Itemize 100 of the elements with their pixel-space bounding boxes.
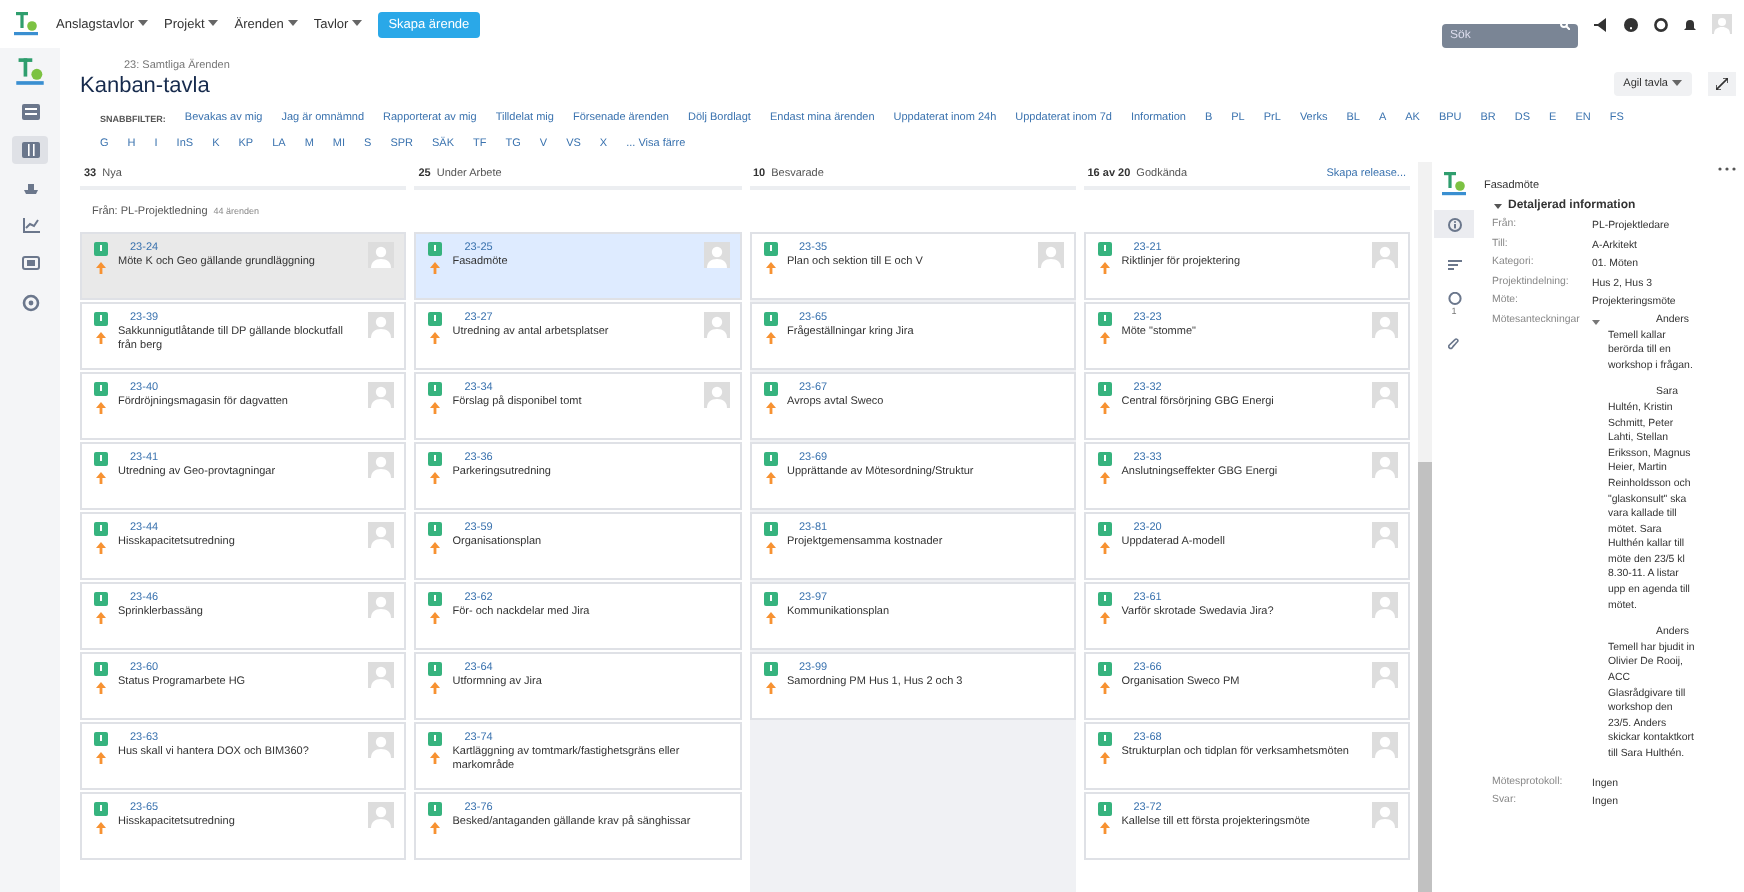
story-icon	[94, 312, 108, 326]
comment-icon	[1447, 292, 1461, 306]
avatar-icon	[368, 802, 395, 828]
more-icon[interactable]	[1718, 166, 1736, 172]
priority-arrow-icon	[1099, 262, 1110, 274]
priority-arrow-icon	[430, 472, 441, 484]
fullscreen-button[interactable]	[1708, 72, 1736, 96]
priority-arrow-icon	[430, 612, 441, 624]
logo-icon	[12, 10, 40, 38]
priority-arrow-icon	[430, 682, 441, 694]
priority-arrow-icon	[1099, 612, 1110, 624]
story-icon	[428, 802, 443, 816]
avatar-icon	[1372, 242, 1398, 268]
priority-arrow-icon	[765, 612, 775, 624]
text-lines-icon	[1447, 259, 1461, 269]
caret-icon	[287, 20, 298, 28]
story-icon	[94, 382, 108, 396]
sidebar-item[interactable]	[12, 136, 48, 164]
story-icon	[1097, 522, 1112, 536]
avatar-icon	[1372, 452, 1398, 478]
priority-arrow-icon	[430, 402, 441, 414]
priority-arrow-icon	[1099, 682, 1110, 694]
story-icon	[1097, 592, 1112, 606]
priority-arrow-icon	[96, 402, 106, 414]
avatar-icon	[703, 312, 729, 338]
priority-arrow-icon	[96, 262, 106, 274]
scrollbar[interactable]	[1418, 162, 1432, 892]
avatar-icon	[1372, 732, 1398, 758]
priority-arrow-icon	[1099, 542, 1110, 554]
megaphone-icon[interactable]	[1594, 17, 1608, 31]
avatar-icon	[1037, 242, 1064, 268]
story-icon	[763, 522, 777, 536]
avatar-icon	[368, 382, 395, 408]
caret-icon	[208, 20, 219, 28]
priority-arrow-icon	[96, 682, 106, 694]
caret-icon	[1672, 80, 1682, 88]
story-icon	[1097, 732, 1112, 746]
story-icon	[1097, 242, 1112, 256]
story-icon	[94, 242, 108, 256]
avatar-icon	[703, 382, 729, 408]
story-icon	[94, 452, 108, 466]
priority-arrow-icon	[96, 752, 106, 764]
priority-arrow-icon	[430, 752, 441, 764]
story-icon	[763, 452, 777, 466]
story-icon	[1097, 312, 1112, 326]
priority-arrow-icon	[96, 822, 106, 834]
avatar-icon	[1372, 802, 1398, 828]
story-icon	[763, 592, 777, 606]
caret-icon	[352, 20, 363, 28]
story-icon	[94, 802, 108, 816]
story-icon	[1097, 662, 1112, 676]
list-icon	[21, 104, 39, 120]
chevron-icon	[1494, 202, 1502, 210]
story-icon	[1097, 382, 1112, 396]
story-icon	[1097, 802, 1112, 816]
priority-arrow-icon	[1099, 752, 1110, 764]
priority-arrow-icon	[430, 332, 441, 344]
story-icon	[763, 382, 777, 396]
priority-arrow-icon	[430, 822, 441, 834]
priority-arrow-icon	[765, 682, 775, 694]
priority-arrow-icon	[1099, 332, 1110, 344]
story-icon	[428, 522, 443, 536]
story-icon	[94, 522, 108, 536]
story-icon	[94, 732, 108, 746]
paperclip-icon	[1448, 337, 1460, 351]
logo-icon	[1440, 170, 1468, 198]
priority-arrow-icon	[96, 332, 106, 344]
priority-arrow-icon	[765, 402, 775, 414]
story-icon	[763, 242, 777, 256]
avatar-icon	[368, 452, 395, 478]
chevron-icon[interactable]	[1592, 317, 1600, 326]
priority-arrow-icon	[765, 472, 775, 484]
search-icon	[1560, 19, 1570, 29]
avatar-icon	[1372, 662, 1398, 688]
chart-icon	[21, 218, 39, 234]
monitor-icon	[21, 256, 39, 272]
avatar-icon	[1372, 312, 1398, 338]
story-icon	[428, 312, 443, 326]
priority-arrow-icon	[1099, 472, 1110, 484]
expand-icon	[1716, 78, 1728, 90]
priority-arrow-icon	[765, 262, 775, 274]
avatar-icon	[1372, 522, 1398, 548]
avatar-icon	[368, 592, 395, 618]
story-icon	[1097, 452, 1112, 466]
story-icon	[763, 312, 777, 326]
info-icon	[1447, 217, 1461, 231]
story-icon	[428, 592, 443, 606]
priority-arrow-icon	[96, 612, 106, 624]
priority-arrow-icon	[96, 542, 106, 554]
caret-icon	[138, 20, 149, 28]
story-icon	[428, 382, 443, 396]
board-title: Kanban-tavla	[80, 74, 212, 98]
avatar-icon	[368, 242, 395, 268]
logo-icon	[14, 56, 46, 88]
priority-arrow-icon	[430, 542, 441, 554]
avatar-icon	[368, 732, 395, 758]
priority-arrow-icon	[1099, 822, 1110, 834]
story-icon	[428, 452, 443, 466]
bell-icon[interactable]	[1684, 17, 1696, 31]
detail-tab[interactable]	[1434, 210, 1474, 238]
